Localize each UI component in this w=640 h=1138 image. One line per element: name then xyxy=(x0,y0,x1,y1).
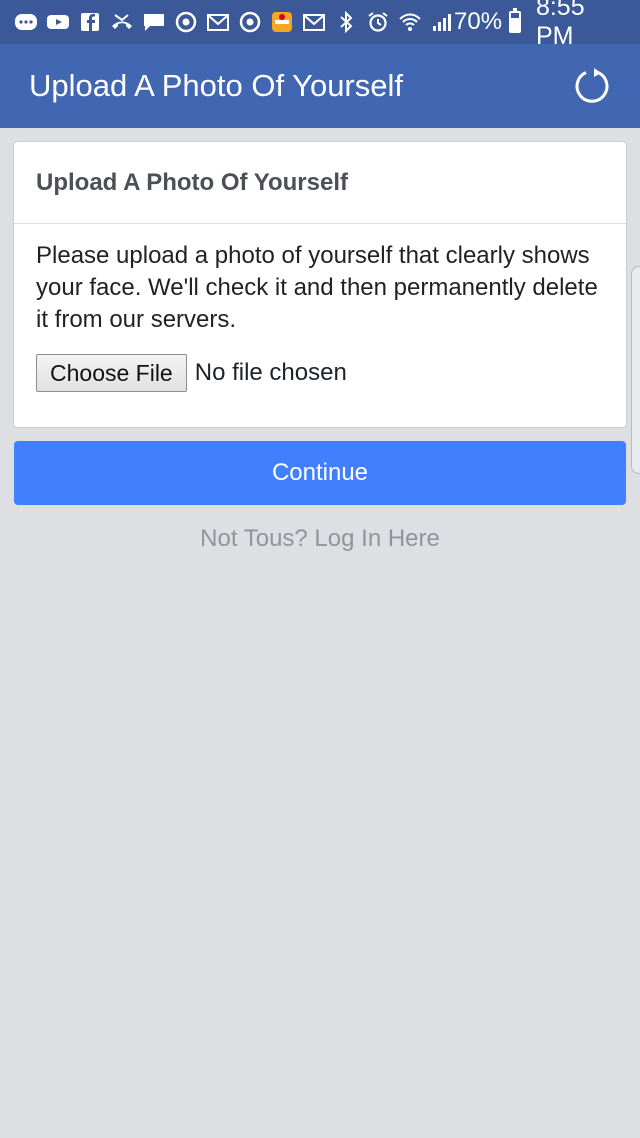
chrome-icon xyxy=(174,11,198,33)
youtube-icon xyxy=(46,11,70,33)
chrome-icon xyxy=(238,11,262,33)
app-header: Upload A Photo Of Yourself xyxy=(0,44,640,128)
page-title: Upload A Photo Of Yourself xyxy=(29,68,403,103)
messenger-icon xyxy=(14,11,38,33)
card-title: Upload A Photo Of Yourself xyxy=(14,142,626,224)
refresh-button[interactable] xyxy=(572,66,612,106)
continue-button[interactable]: Continue xyxy=(14,441,626,505)
battery-percent: 70% xyxy=(454,8,503,35)
bluetooth-icon xyxy=(334,11,358,33)
battery-fill xyxy=(511,18,519,31)
upload-card: Upload A Photo Of Yourself Please upload… xyxy=(13,141,627,428)
notification-icons xyxy=(14,11,454,33)
signal-icon xyxy=(430,11,454,33)
card-description: Please upload a photo of yourself that c… xyxy=(36,242,598,333)
refresh-icon xyxy=(575,68,609,103)
gmail-icon xyxy=(302,11,326,33)
side-tab[interactable] xyxy=(631,266,640,474)
file-input: Choose File No file chosen xyxy=(36,354,604,392)
battery-icon xyxy=(509,8,521,33)
missed-call-icon xyxy=(110,11,134,33)
app-icon xyxy=(270,11,294,33)
alarm-icon xyxy=(366,11,390,33)
login-link[interactable]: Not Tous? Log In Here xyxy=(0,525,640,553)
card-body: Please upload a photo of yourself that c… xyxy=(14,224,626,408)
status-bar: 70% 8:55 PM xyxy=(0,0,640,50)
file-status: No file chosen xyxy=(194,359,347,386)
choose-file-button[interactable]: Choose File xyxy=(36,354,187,392)
facebook-icon xyxy=(78,11,102,33)
wifi-icon xyxy=(398,11,422,33)
gmail-icon xyxy=(206,11,230,33)
chat-icon xyxy=(142,11,166,33)
